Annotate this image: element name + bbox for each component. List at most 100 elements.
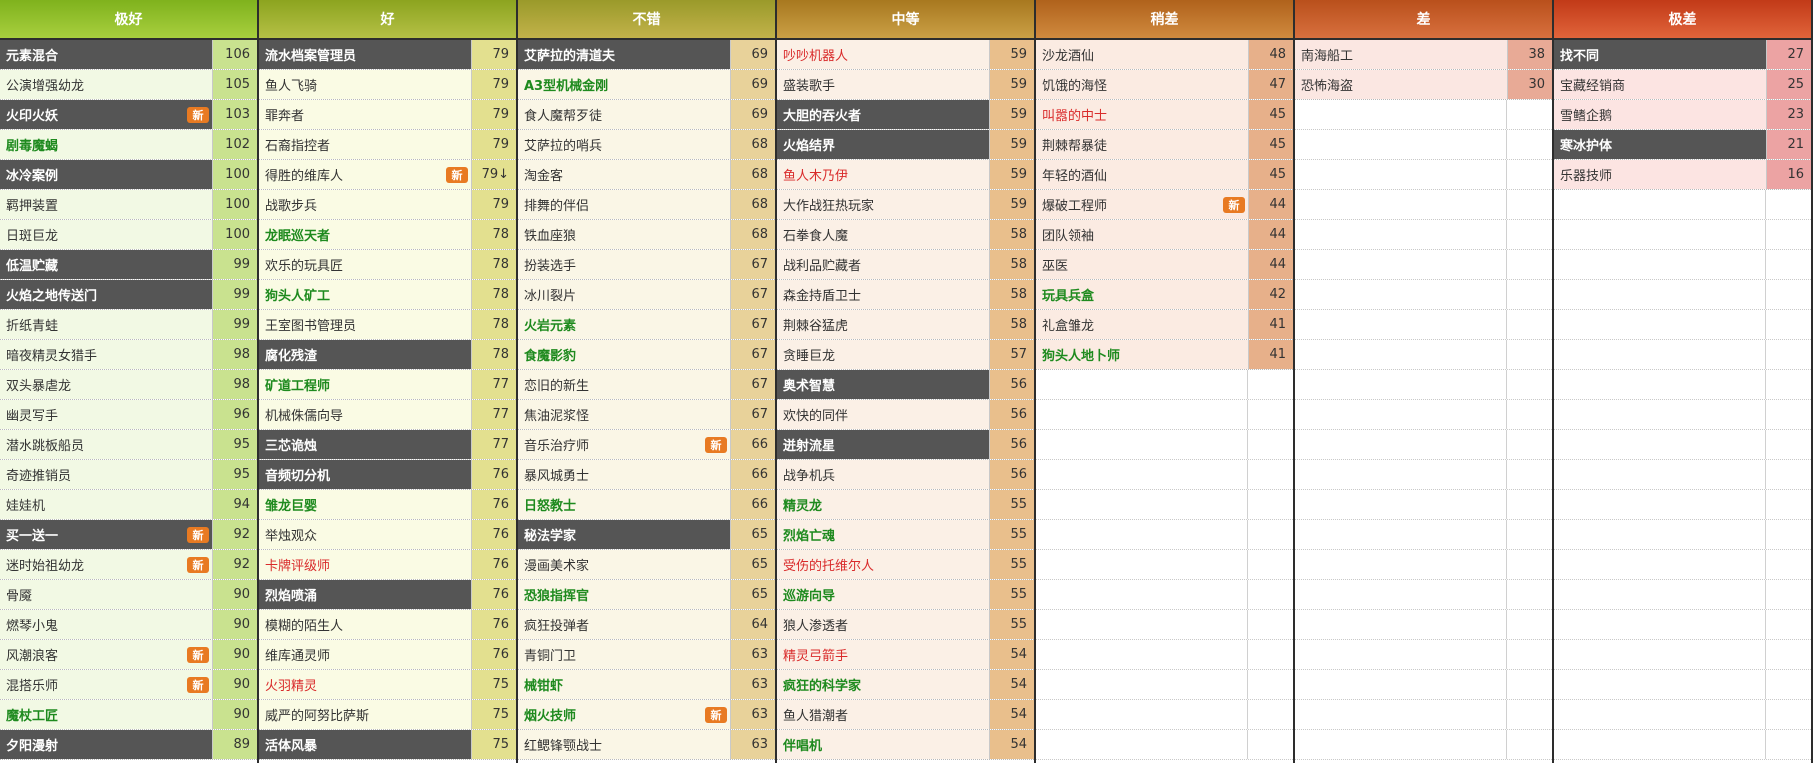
card-row[interactable]: 音频切分机 76	[259, 460, 516, 490]
card-name[interactable]: 骨魇	[0, 580, 214, 609]
card-row[interactable]: 巡游向导 55	[777, 580, 1034, 610]
card-name[interactable]: 音乐治疗师 新	[518, 430, 732, 459]
card-name[interactable]: 暗夜精灵女猎手	[0, 340, 214, 369]
card-row[interactable]: 找不同 27	[1554, 40, 1811, 70]
card-name[interactable]: 爆破工程师 新	[1036, 190, 1250, 219]
card-row[interactable]: 娃娃机 94	[0, 490, 257, 520]
card-row[interactable]: 潜水跳板船员 95	[0, 430, 257, 460]
card-name[interactable]: 迷时始祖幼龙 新	[0, 550, 214, 579]
card-row[interactable]: 南海船工 38	[1295, 40, 1552, 70]
card-row[interactable]: 日斑巨龙 100	[0, 220, 257, 250]
card-row[interactable]: 荆棘谷猛虎 58	[777, 310, 1034, 340]
card-name[interactable]: 巫医	[1036, 250, 1250, 279]
card-name[interactable]: 买一送一 新	[0, 520, 214, 549]
card-row[interactable]: 迸射流星 56	[777, 430, 1034, 460]
card-name[interactable]: 大作战狂热玩家	[777, 190, 991, 219]
card-row[interactable]: 石拳食人魔 58	[777, 220, 1034, 250]
card-name[interactable]: 艾萨拉的哨兵	[518, 130, 732, 159]
card-row[interactable]: 机械侏儒向导 77	[259, 400, 516, 430]
card-row[interactable]: 骨魇 90	[0, 580, 257, 610]
card-row[interactable]: 火焰之地传送门 99	[0, 280, 257, 310]
card-row[interactable]: 受伤的托维尔人 55	[777, 550, 1034, 580]
card-row[interactable]: 音乐治疗师 新 66	[518, 430, 775, 460]
card-name[interactable]: 贪睡巨龙	[777, 340, 991, 369]
card-name[interactable]: 威严的阿努比萨斯	[259, 700, 473, 729]
card-row[interactable]: 卡牌评级师 76	[259, 550, 516, 580]
card-name[interactable]: 鱼人木乃伊	[777, 160, 991, 189]
card-name[interactable]: 食人魔帮歹徒	[518, 100, 732, 129]
card-name[interactable]: 冰冷案例	[0, 160, 214, 189]
card-name[interactable]: 举烛观众	[259, 520, 473, 549]
card-row[interactable]: 剧毒魔蝎 102	[0, 130, 257, 160]
card-row[interactable]: 红鳃锋颚战士 63	[518, 730, 775, 760]
card-row[interactable]: 吵吵机器人 59	[777, 40, 1034, 70]
card-row[interactable]: 疯狂投弹者 64	[518, 610, 775, 640]
card-name[interactable]: 铁血座狼	[518, 220, 732, 249]
card-name[interactable]: 风潮浪客 新	[0, 640, 214, 669]
card-row[interactable]: 铁血座狼 68	[518, 220, 775, 250]
card-name[interactable]: 找不同	[1554, 40, 1768, 69]
card-name[interactable]: A3型机械金刚	[518, 70, 732, 99]
card-name[interactable]: 冰川裂片	[518, 280, 732, 309]
card-row[interactable]: 叫嚣的中士 45	[1036, 100, 1293, 130]
card-row[interactable]: 战歌步兵 79	[259, 190, 516, 220]
card-name[interactable]: 娃娃机	[0, 490, 214, 519]
card-row[interactable]: 折纸青蛙 99	[0, 310, 257, 340]
card-row[interactable]: 森金持盾卫士 58	[777, 280, 1034, 310]
card-name[interactable]: 流水档案管理员	[259, 40, 473, 69]
card-name[interactable]: 欢乐的玩具匠	[259, 250, 473, 279]
card-row[interactable]: 迷时始祖幼龙 新 92	[0, 550, 257, 580]
card-row[interactable]: 贪睡巨龙 57	[777, 340, 1034, 370]
card-row[interactable]: 巫医 44	[1036, 250, 1293, 280]
card-name[interactable]: 音频切分机	[259, 460, 473, 489]
card-row[interactable]: 夕阳漫射 89	[0, 730, 257, 760]
card-row[interactable]: 大作战狂热玩家 59	[777, 190, 1034, 220]
card-row[interactable]: 宝藏经销商 25	[1554, 70, 1811, 100]
card-row[interactable]: 王室图书管理员 78	[259, 310, 516, 340]
card-name[interactable]: 森金持盾卫士	[777, 280, 991, 309]
card-name[interactable]: 漫画美术家	[518, 550, 732, 579]
card-row[interactable]: 火岩元素 67	[518, 310, 775, 340]
card-row[interactable]: 漫画美术家 65	[518, 550, 775, 580]
card-name[interactable]: 奥术智慧	[777, 370, 991, 399]
card-name[interactable]: 火岩元素	[518, 310, 732, 339]
card-name[interactable]: 烟火技师 新	[518, 700, 732, 729]
card-name[interactable]: 恐怖海盗	[1295, 70, 1509, 99]
card-name[interactable]: 械钳虾	[518, 670, 732, 699]
card-row[interactable]: 狼人渗透者 55	[777, 610, 1034, 640]
card-row[interactable]: 淘金客 68	[518, 160, 775, 190]
card-name[interactable]: 欢快的同伴	[777, 400, 991, 429]
card-row[interactable]: 冰冷案例 100	[0, 160, 257, 190]
card-row[interactable]: 烈焰喷涌 76	[259, 580, 516, 610]
card-row[interactable]: 焦油泥浆怪 67	[518, 400, 775, 430]
card-name[interactable]: 鱼人猎潮者	[777, 700, 991, 729]
card-name[interactable]: 维库通灵师	[259, 640, 473, 669]
card-name[interactable]: 战歌步兵	[259, 190, 473, 219]
card-name[interactable]: 幽灵写手	[0, 400, 214, 429]
card-name[interactable]: 低温贮藏	[0, 250, 214, 279]
card-row[interactable]: 买一送一 新 92	[0, 520, 257, 550]
card-row[interactable]: 年轻的酒仙 45	[1036, 160, 1293, 190]
card-row[interactable]: 秘法学家 65	[518, 520, 775, 550]
card-name[interactable]: 南海船工	[1295, 40, 1509, 69]
card-name[interactable]: 红鳃锋颚战士	[518, 730, 732, 759]
card-row[interactable]: 食魔影豹 67	[518, 340, 775, 370]
card-name[interactable]: 饥饿的海怪	[1036, 70, 1250, 99]
card-name[interactable]: 羁押装置	[0, 190, 214, 219]
card-name[interactable]: 受伤的托维尔人	[777, 550, 991, 579]
card-name[interactable]: 混搭乐师 新	[0, 670, 214, 699]
card-row[interactable]: 欢乐的玩具匠 78	[259, 250, 516, 280]
card-row[interactable]: 奇迹推销员 95	[0, 460, 257, 490]
card-name[interactable]: 乐器技师	[1554, 160, 1768, 189]
card-row[interactable]: 龙眠巡天者 78	[259, 220, 516, 250]
card-name[interactable]: 日怒教士	[518, 490, 732, 519]
card-row[interactable]: 奥术智慧 56	[777, 370, 1034, 400]
card-row[interactable]: 威严的阿努比萨斯 75	[259, 700, 516, 730]
card-name[interactable]: 叫嚣的中士	[1036, 100, 1250, 129]
card-row[interactable]: 寒冰护体 21	[1554, 130, 1811, 160]
card-name[interactable]: 焦油泥浆怪	[518, 400, 732, 429]
card-name[interactable]: 礼盒雏龙	[1036, 310, 1250, 339]
card-name[interactable]: 腐化残渣	[259, 340, 473, 369]
card-row[interactable]: 盛装歌手 59	[777, 70, 1034, 100]
card-name[interactable]: 盛装歌手	[777, 70, 991, 99]
